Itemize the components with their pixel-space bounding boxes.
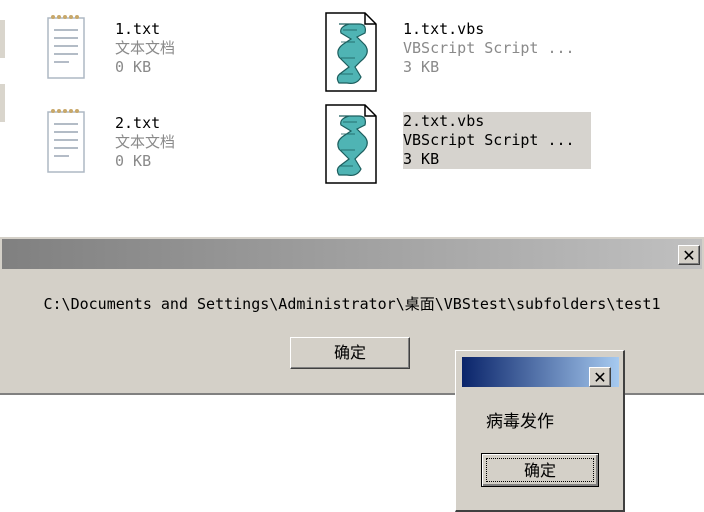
text-document-icon — [47, 109, 85, 173]
file-size: 3 KB — [403, 58, 440, 76]
vbscript-icon — [325, 12, 377, 92]
left-pane-mark — [0, 20, 5, 58]
close-button[interactable]: ✕ — [678, 245, 700, 265]
dialog-title-bar[interactable]: ✕ — [462, 357, 619, 387]
ok-button-label: 确定 — [486, 458, 594, 482]
left-pane-mark — [0, 84, 5, 122]
virus-alert-dialog: ✕ 病毒发作 确定 — [455, 350, 625, 512]
file-size: 3 KB — [403, 150, 440, 168]
close-icon: ✕ — [682, 246, 696, 265]
file-type: 文本文档 — [115, 39, 176, 57]
left-pane-edge — [0, 0, 5, 236]
file-type: 文本文档 — [115, 133, 176, 151]
file-item-2-txt[interactable]: 2.txt 文本文档 0 KB — [45, 106, 245, 178]
close-icon: ✕ — [593, 368, 607, 387]
file-size: 0 KB — [115, 58, 152, 76]
dialog-title-bar[interactable]: ✕ — [2, 239, 702, 269]
dialog-message: 病毒发作 — [486, 412, 554, 432]
file-name: 2.txt.vbs — [403, 112, 485, 130]
close-button[interactable]: ✕ — [589, 367, 611, 387]
text-document-icon — [47, 15, 85, 79]
file-name: 1.txt.vbs — [403, 20, 485, 38]
file-item-2-txt-vbs[interactable]: 2.txt.vbs VBScript Script ... 3 KB — [325, 104, 625, 184]
file-name: 2.txt — [115, 114, 161, 132]
file-type: VBScript Script ... — [403, 39, 575, 57]
ok-button[interactable]: 确定 — [290, 337, 410, 369]
file-item-1-txt-vbs[interactable]: 1.txt.vbs VBScript Script ... 3 KB — [325, 12, 625, 92]
file-type: VBScript Script ... — [403, 131, 575, 149]
file-size: 0 KB — [115, 152, 152, 170]
file-name: 1.txt — [115, 20, 161, 38]
vbscript-icon — [325, 104, 377, 184]
file-item-1-txt[interactable]: 1.txt 文本文档 0 KB — [45, 12, 245, 84]
ok-button[interactable]: 确定 — [481, 453, 599, 487]
dialog-message: C:\Documents and Settings\Administrator\… — [43, 295, 661, 313]
